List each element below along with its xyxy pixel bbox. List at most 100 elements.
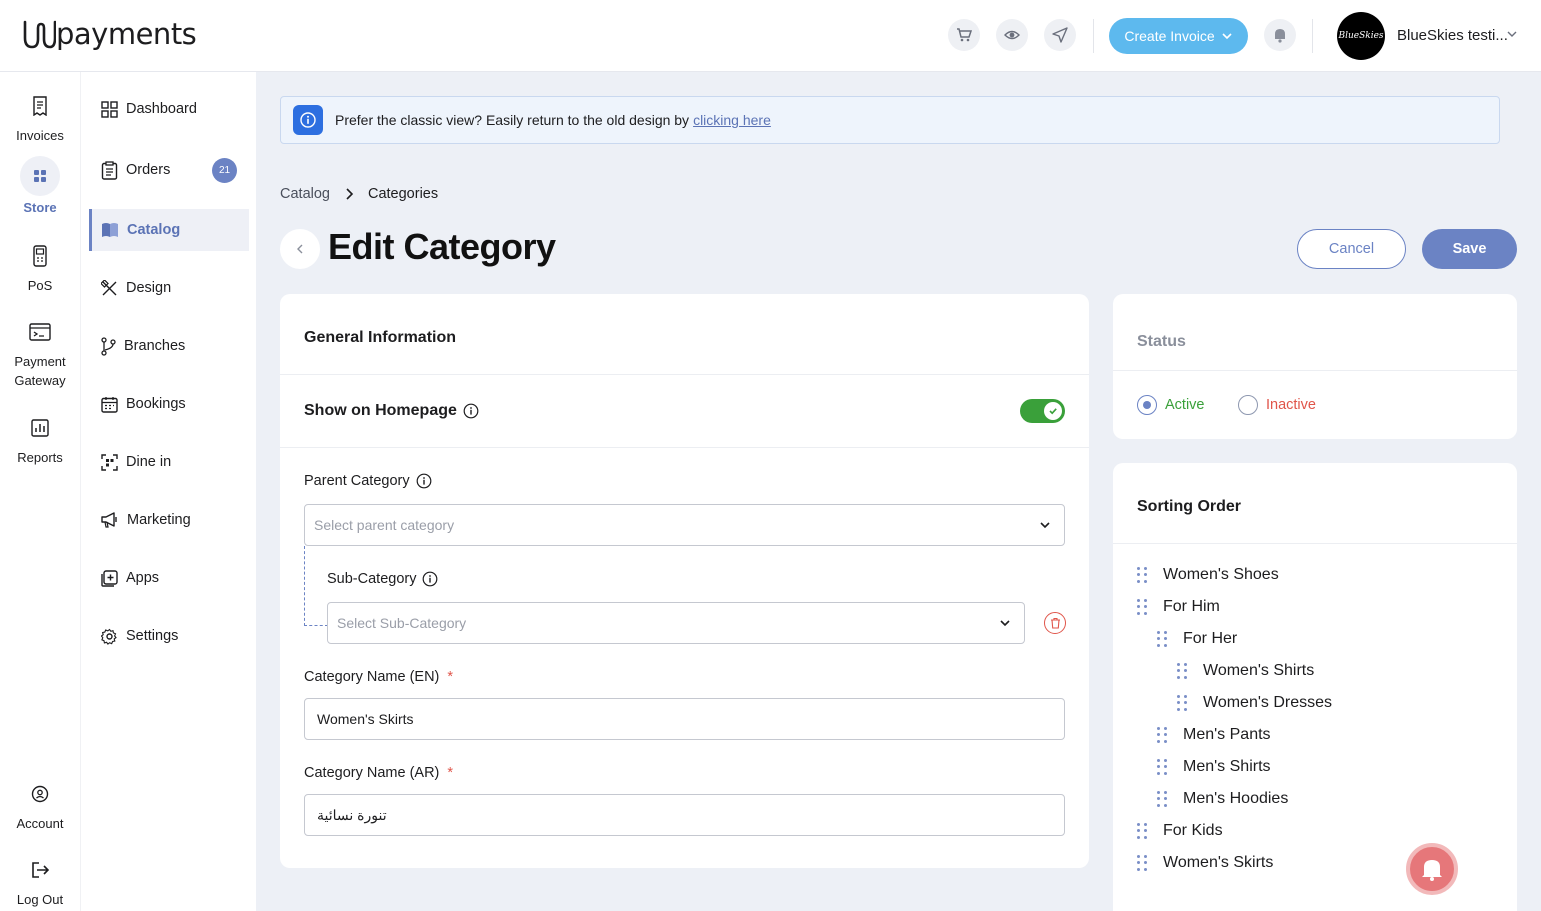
list-item[interactable]: Women's Skirts xyxy=(1137,854,1273,872)
sidebar-item-catalog[interactable]: Catalog xyxy=(89,209,249,251)
brand-logo[interactable]: payments xyxy=(22,16,197,52)
avatar[interactable]: BlueSkies xyxy=(1337,12,1385,60)
classic-view-link[interactable]: clicking here xyxy=(693,112,771,128)
status-inactive-radio[interactable]: Inactive xyxy=(1238,395,1316,415)
list-item-label: Men's Shirts xyxy=(1183,758,1271,775)
list-item[interactable]: Women's Shoes xyxy=(1137,566,1279,584)
list-item[interactable]: Women's Dresses xyxy=(1177,694,1332,712)
sidebar-item-apps[interactable]: Apps xyxy=(89,557,249,599)
drag-handle-icon[interactable] xyxy=(1157,727,1167,743)
sidebar-item-dine-in[interactable]: Dine in xyxy=(89,441,249,483)
sidebar-item-marketing[interactable]: Marketing xyxy=(89,499,249,541)
rail-item-store[interactable]: Store xyxy=(0,156,80,217)
drag-handle-icon[interactable] xyxy=(1177,663,1187,679)
drag-handle-icon[interactable] xyxy=(1137,855,1147,871)
show-on-homepage-toggle[interactable] xyxy=(1020,399,1065,423)
general-information-title: General Information xyxy=(304,329,457,346)
list-item[interactable]: For Kids xyxy=(1137,822,1223,840)
list-item[interactable]: Women's Shirts xyxy=(1177,662,1314,680)
sidebar-item-bookings[interactable]: Bookings xyxy=(89,383,249,425)
drag-handle-icon[interactable] xyxy=(1157,759,1167,775)
info-icon xyxy=(293,105,323,135)
sorting-order-card: Sorting Order Women's Shoes For Him For … xyxy=(1113,463,1517,911)
drag-handle-icon[interactable] xyxy=(1137,823,1147,839)
chevron-left-icon xyxy=(297,244,303,254)
sub-category-label: Sub-Category xyxy=(327,571,417,587)
calendar-icon xyxy=(101,396,118,413)
breadcrumb-catalog[interactable]: Catalog xyxy=(280,186,330,202)
rail-item-pos[interactable]: PoS xyxy=(0,238,80,295)
sidebar-item-orders[interactable]: Orders 21 xyxy=(89,149,249,191)
list-item-label: Men's Pants xyxy=(1183,726,1271,743)
sidebar-item-label: Design xyxy=(126,280,172,296)
chevron-down-icon[interactable] xyxy=(1506,28,1518,40)
drag-handle-icon[interactable] xyxy=(1137,567,1147,583)
rail-item-invoices[interactable]: Invoices xyxy=(0,88,80,145)
list-item[interactable]: For Him xyxy=(1137,598,1220,616)
sidebar-item-branches[interactable]: Branches xyxy=(89,325,249,367)
drag-handle-icon[interactable] xyxy=(1157,631,1167,647)
send-button[interactable] xyxy=(1044,19,1076,51)
sidebar-item-label: Marketing xyxy=(127,512,191,528)
divider xyxy=(1113,543,1517,544)
sidebar-item-settings[interactable]: Settings xyxy=(89,615,249,657)
sidebar-item-label: Apps xyxy=(126,570,160,586)
list-item[interactable]: Men's Hoodies xyxy=(1157,790,1288,808)
rail-label: Payment Gateway xyxy=(14,354,66,388)
rail-item-payment-gateway[interactable]: Payment Gateway xyxy=(0,314,80,390)
status-active-radio[interactable]: Active xyxy=(1137,395,1205,415)
info-circle-icon[interactable] xyxy=(463,403,479,419)
parent-category-select[interactable]: Select parent category xyxy=(304,504,1065,546)
info-circle-icon[interactable] xyxy=(416,473,432,489)
show-on-homepage-label: Show on Homepage xyxy=(304,402,457,419)
back-button[interactable] xyxy=(280,229,320,269)
classic-view-banner: Prefer the classic view? Easily return t… xyxy=(280,96,1500,144)
list-item-label: Men's Hoodies xyxy=(1183,790,1289,807)
rail-item-account[interactable]: Account xyxy=(0,776,80,833)
sidebar-item-dashboard[interactable]: Dashboard xyxy=(89,88,249,130)
notifications-button[interactable] xyxy=(1264,19,1296,51)
bell-icon xyxy=(1275,29,1285,43)
rail-item-logout[interactable]: Log Out xyxy=(0,852,80,909)
list-item-label: Women's Shirts xyxy=(1203,662,1315,679)
cancel-button[interactable]: Cancel xyxy=(1297,229,1406,269)
list-item-label: For Kids xyxy=(1163,822,1223,839)
primary-rail: Invoices Store PoS Payment Gateway Repor… xyxy=(0,72,80,911)
paper-plane-icon xyxy=(1052,27,1068,43)
category-name-ar-label: Category Name (AR) xyxy=(304,765,440,781)
save-button[interactable]: Save xyxy=(1422,229,1517,269)
sidebar-item-label: Dashboard xyxy=(126,101,197,117)
preview-button[interactable] xyxy=(996,19,1028,51)
store-icon xyxy=(34,170,46,182)
rail-label: Account xyxy=(16,816,64,831)
check-icon xyxy=(1049,408,1057,415)
rail-item-reports[interactable]: Reports xyxy=(0,410,80,467)
dashboard-icon xyxy=(101,100,118,118)
drag-handle-icon[interactable] xyxy=(1157,791,1167,807)
delete-sub-category-button[interactable] xyxy=(1044,612,1066,634)
parent-category-label: Parent Category xyxy=(304,473,410,489)
page-title: Edit Category xyxy=(328,226,556,267)
store-cart-button[interactable] xyxy=(948,19,980,51)
notification-bell-button[interactable] xyxy=(1406,843,1458,895)
status-card: Status Active Inactive xyxy=(1113,294,1517,439)
avatar-text: BlueSkies xyxy=(1338,31,1384,41)
drag-handle-icon[interactable] xyxy=(1177,695,1187,711)
required-mark: * xyxy=(447,765,454,781)
user-name[interactable]: BlueSkies testi... xyxy=(1397,27,1508,44)
list-item[interactable]: Men's Shirts xyxy=(1157,758,1271,776)
sub-category-select[interactable]: Select Sub-Category xyxy=(327,602,1025,644)
create-invoice-label: Create Invoice xyxy=(1124,28,1215,44)
create-invoice-button[interactable]: Create Invoice xyxy=(1109,18,1248,54)
sidebar-item-design[interactable]: Design xyxy=(89,267,249,309)
drag-handle-icon[interactable] xyxy=(1137,599,1147,615)
sidebar-item-label: Settings xyxy=(126,628,179,644)
apps-icon xyxy=(101,569,118,587)
info-circle-icon[interactable] xyxy=(422,571,438,587)
category-name-en-input[interactable]: Women's Skirts xyxy=(304,698,1065,740)
list-item[interactable]: For Her xyxy=(1157,630,1237,648)
chevron-down-icon xyxy=(1040,522,1050,529)
category-name-ar-input[interactable]: تنورة نسائية xyxy=(304,794,1065,836)
list-item[interactable]: Men's Pants xyxy=(1157,726,1271,744)
breadcrumb-categories[interactable]: Categories xyxy=(368,186,438,202)
